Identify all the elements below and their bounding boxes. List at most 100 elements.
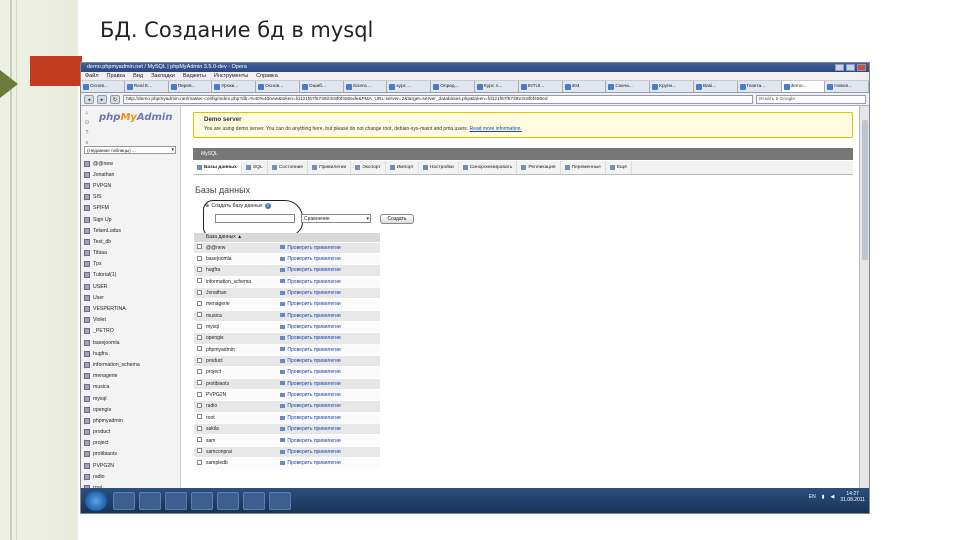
sidebar-item-db[interactable]: musica [84, 382, 140, 393]
row-checkbox[interactable] [197, 334, 202, 340]
check-privileges-link[interactable]: Проверить привилегии [280, 422, 380, 435]
db-name-link[interactable]: product [206, 354, 281, 367]
network-icon[interactable]: ▮ [822, 494, 825, 500]
language-indicator[interactable]: EN [809, 494, 816, 500]
collation-select[interactable]: Сравнение [301, 214, 371, 223]
browser-tab[interactable]: Новое... [825, 81, 869, 92]
row-checkbox[interactable] [197, 346, 202, 352]
sidebar-item-db[interactable]: VESPERTINA [84, 303, 140, 314]
row-checkbox[interactable] [197, 448, 202, 454]
pma-tab[interactable]: Базы данных [193, 161, 242, 174]
menu-widgets[interactable]: Виджеты [183, 72, 206, 80]
exit-icon[interactable]: ⏻ [84, 120, 90, 126]
home-icon[interactable]: ⌂ [84, 110, 90, 116]
check-privileges-link[interactable]: Проверить привилегии [280, 252, 380, 265]
sidebar-item-db[interactable]: phpmyadmin [84, 415, 140, 426]
maximize-icon[interactable] [846, 64, 855, 71]
sidebar-item-db[interactable]: Tibiaa [84, 248, 140, 259]
row-checkbox[interactable] [197, 357, 202, 363]
sidebar-item-db[interactable]: @@new [84, 158, 140, 169]
check-privileges-link[interactable]: Проверить привилегии [280, 377, 380, 390]
browser-tab[interactable]: Основ... [81, 81, 125, 92]
scroll-thumb[interactable] [862, 120, 868, 260]
row-checkbox[interactable] [197, 255, 202, 261]
pma-tab[interactable]: Состояние [268, 161, 309, 174]
menu-view[interactable]: Вид [133, 72, 143, 80]
db-name-link[interactable]: radio [206, 400, 281, 413]
check-privileges-link[interactable]: Проверить привилегии [280, 286, 380, 299]
sidebar-item-db[interactable]: menagerie [84, 371, 140, 382]
check-privileges-link[interactable]: Проверить привилегии [280, 457, 380, 469]
check-privileges-link[interactable]: Проверить привилегии [280, 320, 380, 333]
browser-tab[interactable]: Basi... [694, 81, 738, 92]
photoshop-taskbar-icon[interactable] [269, 491, 291, 510]
help-icon[interactable]: ? [264, 203, 271, 209]
server-breadcrumb[interactable]: MySQL [193, 148, 853, 160]
row-checkbox[interactable] [197, 289, 202, 295]
browser-tab[interactable]: Ошиб... [300, 81, 344, 92]
browser-tab[interactable]: Курс л... [475, 81, 519, 92]
row-checkbox[interactable] [197, 244, 202, 250]
pma-tab[interactable]: Синхронизировать [459, 161, 518, 174]
address-input[interactable]: http://demo.phpmyadmin.net/master-config… [123, 94, 753, 104]
sidebar-item-db[interactable]: basejoomla [84, 337, 140, 348]
page-scrollbar[interactable] [859, 106, 869, 488]
menu-bookmarks[interactable]: Закладки [151, 72, 175, 80]
close-icon[interactable] [857, 64, 866, 71]
phpmyadmin-logo[interactable]: phpMyAdmin [99, 112, 172, 123]
sidebar-item-db[interactable]: Sign Up [84, 214, 140, 225]
sidebar-item-db[interactable]: information_schema [84, 359, 140, 370]
sidebar-item-db[interactable]: SPIFM [84, 203, 140, 214]
sidebar-item-db[interactable]: USER [84, 281, 140, 292]
menu-tools[interactable]: Инструменты [214, 72, 248, 80]
row-checkbox[interactable] [197, 414, 202, 420]
db-name-link[interactable]: sakila [206, 422, 281, 435]
read-more-link[interactable]: Read more information. [470, 126, 522, 132]
start-button-icon[interactable] [85, 490, 107, 511]
row-checkbox[interactable] [197, 278, 202, 284]
db-name-link[interactable]: root [206, 411, 281, 424]
db-column-header[interactable]: База данных ▲ [206, 233, 281, 242]
reload-icon[interactable]: ↻ [110, 94, 120, 104]
browser-tab[interactable]: Перев... [169, 81, 213, 92]
row-checkbox[interactable] [197, 391, 202, 397]
sidebar-item-db[interactable]: Tps [84, 259, 140, 270]
check-privileges-link[interactable]: Проверить привилегии [280, 298, 380, 311]
clock[interactable]: 14:27 31.08.2011 [840, 491, 865, 503]
sidebar-item-db[interactable]: mysql [84, 393, 140, 404]
sidebar-item-db[interactable]: radio [84, 471, 140, 482]
sidebar-item-db[interactable]: Jonathan [84, 169, 140, 180]
create-db-button[interactable]: Создать [380, 214, 414, 224]
row-checkbox[interactable] [197, 380, 202, 386]
check-privileges-link[interactable]: Проверить привилегии [280, 411, 380, 424]
pma-tab[interactable]: Привилегии [308, 161, 352, 174]
explorer-taskbar-icon[interactable] [113, 491, 135, 510]
minimize-icon[interactable] [835, 64, 844, 71]
sidebar-item-db[interactable]: Tutorial(1) [84, 270, 140, 281]
sidebar-item-db[interactable]: TelamLudus [84, 225, 140, 236]
sidebar-item-db[interactable]: hugfra [84, 348, 140, 359]
check-privileges-link[interactable]: Проверить привилегии [280, 434, 380, 447]
volume-icon[interactable]: ◀ [830, 494, 834, 500]
db-name-link[interactable]: Jonathan [206, 286, 281, 299]
media-taskbar-icon[interactable] [139, 491, 161, 510]
browser-tab[interactable]: Основ... [256, 81, 300, 92]
check-privileges-link[interactable]: Проверить привилегии [280, 343, 380, 356]
check-privileges-link[interactable]: Проверить привилегии [280, 332, 380, 345]
browser-tab[interactable]: Scienc... [344, 81, 388, 92]
check-privileges-link[interactable]: Проверить привилегии [280, 241, 380, 254]
browser-tab[interactable]: курс ... [387, 81, 432, 92]
row-checkbox[interactable] [197, 300, 202, 306]
pma-tab[interactable]: SQL [242, 161, 268, 174]
db-name-link[interactable]: information_schema [206, 275, 281, 288]
db-name-link[interactable]: phpmyadmin [206, 343, 281, 356]
row-checkbox[interactable] [197, 459, 202, 465]
menu-file[interactable]: Файл [85, 72, 99, 80]
db-name-link[interactable]: protibiaots [206, 377, 281, 390]
check-privileges-link[interactable]: Проверить привилегии [280, 400, 380, 413]
check-privileges-link[interactable]: Проверить привилегии [280, 264, 380, 277]
db-name-link[interactable]: project [206, 366, 281, 379]
db-name-link[interactable]: mysql [206, 320, 281, 333]
db-name-link[interactable]: musica [206, 309, 281, 322]
browser-tab[interactable]: demo... [781, 81, 826, 92]
